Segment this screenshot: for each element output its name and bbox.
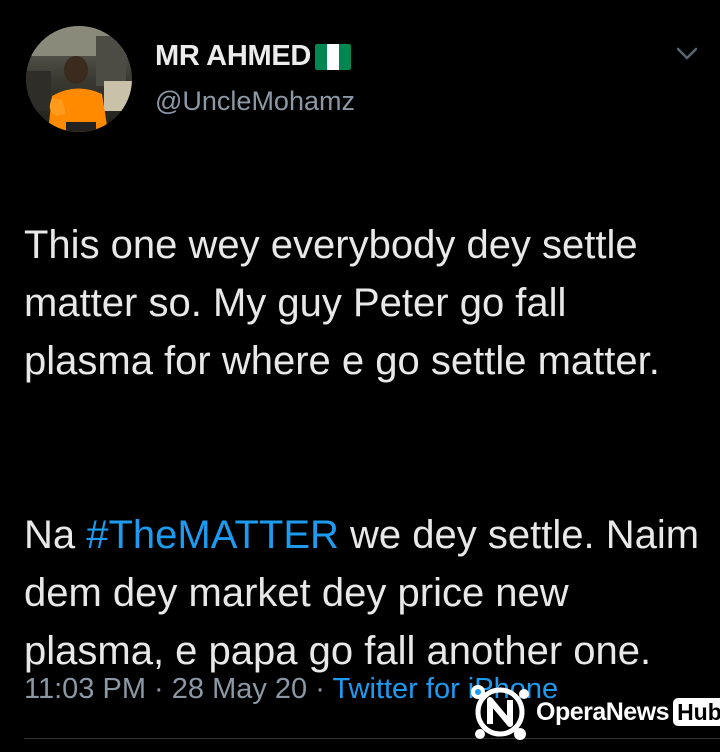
author-name-row[interactable]: MR AHMED	[155, 40, 352, 73]
tweet-card: MR AHMED @UncleMohamz This one wey every…	[0, 0, 720, 752]
tweet-paragraph-2-prefix: Na	[24, 513, 87, 557]
author-display-name[interactable]: MR AHMED	[155, 40, 311, 73]
nigeria-flag-icon	[315, 43, 352, 70]
chevron-down-icon[interactable]	[674, 44, 700, 64]
meta-separator: ·	[145, 673, 172, 705]
operanews-logo-icon	[471, 685, 529, 740]
avatar[interactable]	[26, 26, 132, 132]
operanews-watermark: OperaNews Hub	[466, 680, 720, 744]
meta-separator-2: ·	[307, 673, 333, 705]
tweet-paragraph-2: Na #TheMATTER we dey settle. Naim dem de…	[24, 506, 704, 680]
watermark-badge: Hub	[673, 698, 720, 726]
tweet-paragraph-1: This one wey everybody dey settle matter…	[24, 223, 660, 383]
tweet-date[interactable]: 28 May 20	[172, 673, 307, 705]
hashtag-link[interactable]: #TheMATTER	[86, 513, 339, 557]
tweet-text: This one wey everybody dey settle matter…	[24, 158, 704, 738]
watermark-brand: OperaNews	[536, 697, 670, 726]
tweet-time[interactable]: 11:03 PM	[24, 673, 146, 705]
author-handle[interactable]: @UncleMohamz	[155, 86, 355, 117]
avatar-image	[26, 26, 132, 132]
